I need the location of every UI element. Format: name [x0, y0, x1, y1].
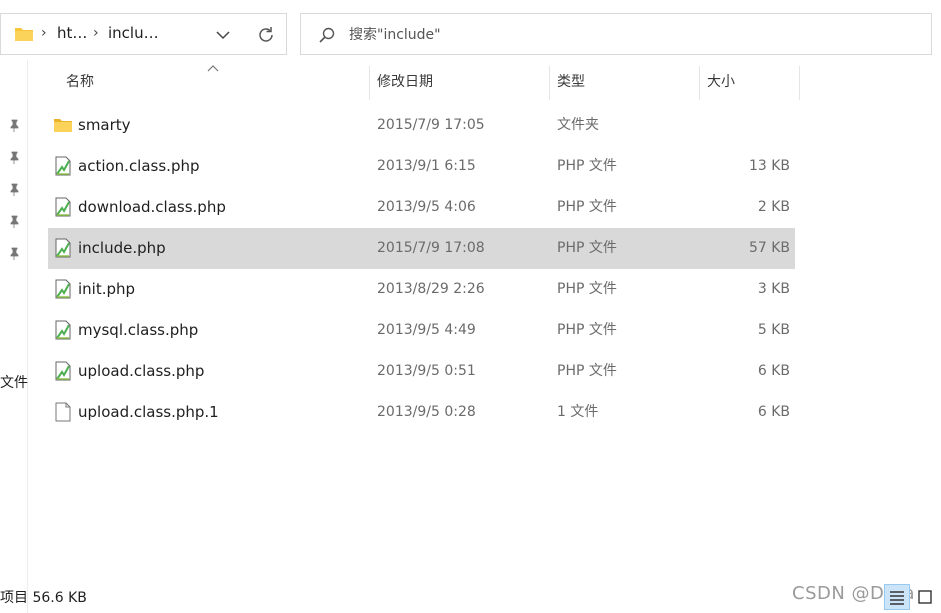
file-name: include.php	[78, 239, 166, 257]
file-row[interactable]: init.php 2013/8/29 2:26 PHP 文件 3 KB	[48, 269, 795, 310]
search-icon	[319, 27, 335, 43]
address-bar[interactable]: › ht… › inclu…	[0, 13, 287, 55]
file-type: 1 文件	[557, 404, 599, 420]
php-file-icon	[55, 156, 71, 176]
file-row[interactable]: download.class.php 2013/9/5 4:06 PHP 文件 …	[48, 187, 795, 228]
file-date: 2015/7/9 17:08	[377, 240, 485, 256]
file-date: 2013/9/5 0:51	[377, 363, 476, 379]
file-name: download.class.php	[78, 198, 226, 216]
column-divider[interactable]	[799, 66, 800, 100]
php-file-icon	[55, 197, 71, 217]
column-header-type[interactable]: 类型	[557, 63, 697, 101]
file-row[interactable]: smarty 2015/7/9 17:05 文件夹	[48, 105, 795, 146]
details-view-button[interactable]	[884, 584, 910, 610]
column-divider[interactable]	[369, 66, 370, 100]
file-row[interactable]: mysql.class.php 2013/9/5 4:49 PHP 文件 5 K…	[48, 310, 795, 351]
search-input[interactable]	[349, 23, 909, 47]
pin-icon[interactable]	[7, 215, 21, 229]
file-name: upload.class.php.1	[78, 403, 219, 421]
large-icons-view-button[interactable]	[912, 584, 938, 610]
chevron-right-icon: ›	[41, 25, 47, 41]
breadcrumb-item[interactable]: inclu…	[108, 24, 159, 42]
file-date: 2013/9/5 4:06	[377, 199, 476, 215]
file-size: 3 KB	[757, 281, 790, 297]
breadcrumb-item[interactable]: ht…	[57, 24, 87, 42]
status-bar-text: 项目 56.6 KB	[0, 590, 87, 606]
pin-icon[interactable]	[7, 247, 21, 261]
column-header-size[interactable]: 大小	[707, 63, 797, 101]
folder-icon	[54, 119, 72, 132]
file-date: 2013/9/5 0:28	[377, 404, 476, 420]
folder-icon	[15, 28, 33, 41]
pin-icon[interactable]	[7, 183, 21, 197]
file-size: 13 KB	[748, 158, 790, 174]
navigation-pane: 文件	[0, 60, 28, 613]
file-name: smarty	[78, 116, 131, 134]
php-file-icon	[55, 238, 71, 258]
file-date: 2013/9/1 6:15	[377, 158, 476, 174]
pin-icon[interactable]	[7, 119, 21, 133]
large-icons-view-icon	[918, 590, 932, 604]
php-file-icon	[55, 361, 71, 381]
file-row[interactable]: upload.class.php 2013/9/5 0:51 PHP 文件 6 …	[48, 351, 795, 392]
pin-icon[interactable]	[7, 151, 21, 165]
column-divider[interactable]	[549, 66, 550, 100]
file-date: 2013/9/5 4:49	[377, 322, 476, 338]
file-type: PHP 文件	[557, 158, 617, 174]
file-size: 2 KB	[757, 199, 790, 215]
file-type: PHP 文件	[557, 363, 617, 379]
column-divider[interactable]	[699, 66, 700, 100]
php-file-icon	[55, 279, 71, 299]
file-size: 6 KB	[757, 363, 790, 379]
file-name: action.class.php	[78, 157, 200, 175]
file-name: init.php	[78, 280, 136, 298]
file-type: PHP 文件	[557, 199, 617, 215]
search-box[interactable]	[300, 13, 932, 55]
file-date: 2013/8/29 2:26	[377, 281, 485, 297]
column-header-date[interactable]: 修改日期	[377, 63, 547, 101]
file-row[interactable]: upload.class.php.1 2013/9/5 0:28 1 文件 6 …	[48, 392, 795, 433]
blank-file-icon	[55, 402, 71, 422]
file-size: 5 KB	[757, 322, 790, 338]
file-type: PHP 文件	[557, 281, 617, 297]
file-type: 文件夹	[557, 117, 599, 133]
file-row-selected[interactable]: include.php 2015/7/9 17:08 PHP 文件 57 KB	[48, 228, 795, 269]
file-type: PHP 文件	[557, 322, 617, 338]
file-row[interactable]: action.class.php 2013/9/1 6:15 PHP 文件 13…	[48, 146, 795, 187]
file-name: mysql.class.php	[78, 321, 199, 339]
php-file-icon	[55, 320, 71, 340]
file-type: PHP 文件	[557, 240, 617, 256]
refresh-icon[interactable]	[256, 25, 276, 45]
file-date: 2015/7/9 17:05	[377, 117, 485, 133]
file-size: 6 KB	[757, 404, 790, 420]
file-name: upload.class.php	[78, 362, 205, 380]
nav-item-label[interactable]: 文件	[0, 372, 28, 392]
file-size: 57 KB	[748, 240, 790, 256]
file-list: smarty 2015/7/9 17:05 文件夹 action.class.p…	[48, 105, 795, 433]
chevron-down-icon[interactable]	[214, 26, 232, 44]
column-header-name[interactable]: 名称	[66, 63, 366, 101]
chevron-right-icon: ›	[93, 25, 99, 41]
details-view-icon	[890, 591, 904, 605]
